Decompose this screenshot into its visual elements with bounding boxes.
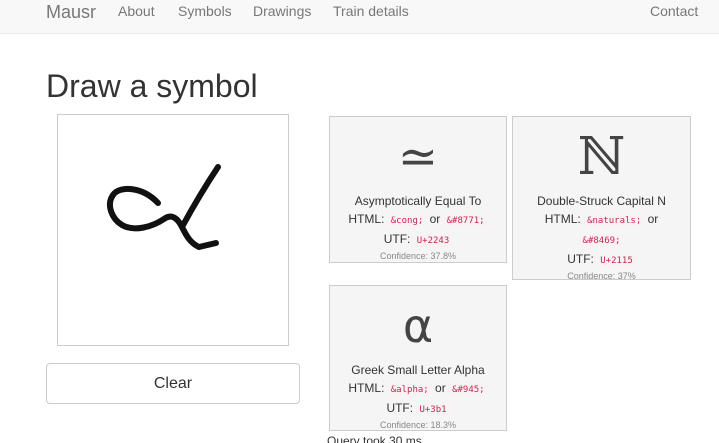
html-code: &#8771; [443, 215, 488, 227]
page-title: Draw a symbol [46, 68, 258, 104]
html-label: HTML: [348, 212, 385, 226]
confidence-text: Confidence: 37% [567, 271, 636, 281]
symbol-glyph: α [402, 299, 434, 353]
drawing-canvas[interactable] [57, 114, 289, 346]
html-entity: &naturals; [584, 215, 645, 227]
utf-code: U+3b1 [416, 404, 450, 416]
confidence-text: Confidence: 37.8% [379, 251, 457, 261]
utf-code: U+2115 [597, 255, 636, 267]
result-card[interactable]: ℕ Double-Struck Capital N HTML: &natural… [512, 116, 691, 281]
symbol-glyph: ≃ [397, 129, 439, 185]
clear-button[interactable]: Clear [46, 363, 300, 404]
symbol-name: Asymptotically Equal To [354, 194, 482, 208]
query-time-text: Query took 30 ms [327, 434, 422, 443]
nav-contact-link[interactable]: Contact [650, 3, 698, 19]
nav-drawings-link[interactable]: Drawings [253, 3, 311, 19]
or-text: or [429, 212, 441, 226]
symbol-name: Greek Small Letter Alpha [351, 363, 485, 377]
or-text: or [435, 381, 446, 395]
navbar: Mausr About Symbols Drawings Train detai… [0, 0, 719, 34]
utf-label: UTF: [383, 232, 411, 246]
html-entity: &alpha; [387, 384, 432, 396]
nav-train-details-link[interactable]: Train details [333, 3, 409, 19]
utf-label: UTF: [386, 401, 414, 415]
html-code: &#945; [449, 384, 488, 396]
nav-about-link[interactable]: About [118, 3, 155, 19]
html-label: HTML: [348, 381, 385, 395]
result-card[interactable]: α Greek Small Letter Alpha HTML: &alpha;… [329, 285, 507, 431]
html-entity: &cong; [387, 215, 427, 227]
drawn-stroke-icon [107, 164, 221, 250]
confidence-text: Confidence: 18.3% [379, 420, 457, 430]
symbol-name: Double-Struck Capital N [537, 194, 666, 208]
html-code: &#8469; [579, 235, 624, 247]
utf-label: UTF: [567, 252, 594, 266]
symbol-glyph: ℕ [577, 127, 626, 187]
utf-code: U+2243 [413, 235, 453, 247]
result-card[interactable]: ≃ Asymptotically Equal To HTML: &cong; o… [329, 116, 507, 263]
nav-symbols-link[interactable]: Symbols [178, 3, 232, 19]
brand-link[interactable]: Mausr [46, 2, 96, 23]
or-text: or [647, 212, 659, 226]
html-label: HTML: [544, 212, 581, 226]
